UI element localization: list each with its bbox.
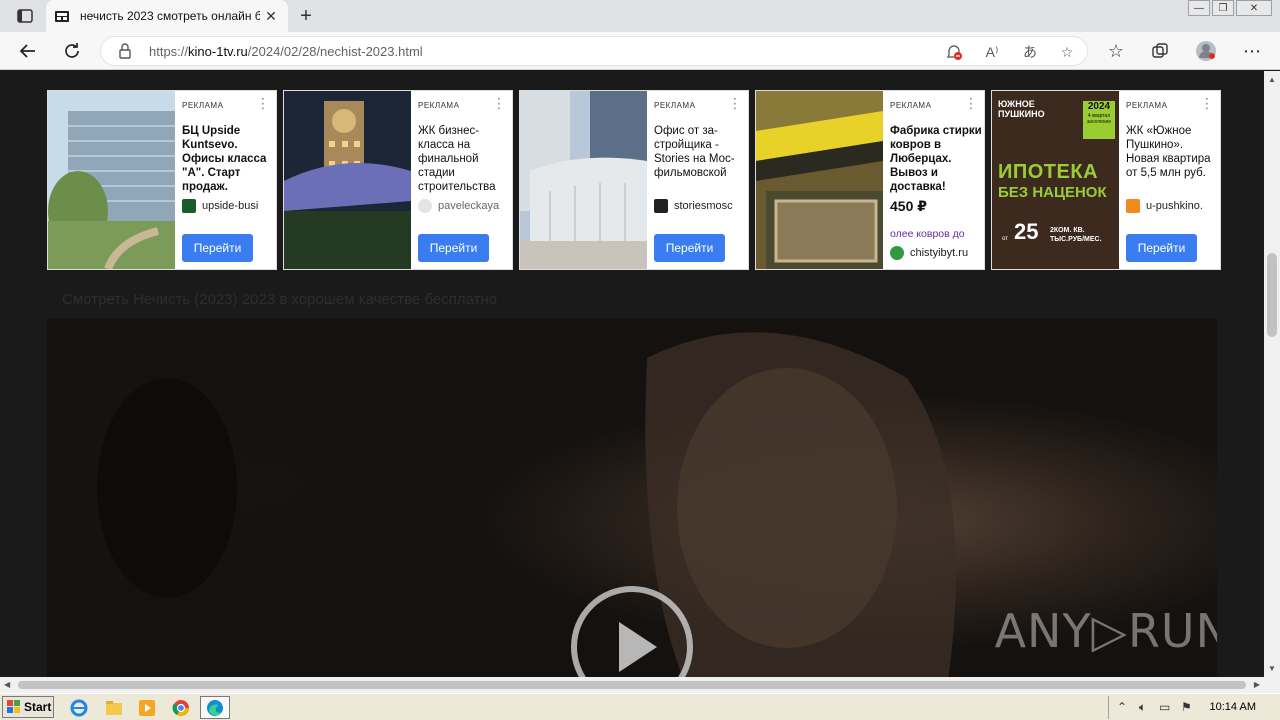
add-favorite-icon[interactable]: ☆ [1056,41,1078,63]
ad-go-button[interactable]: Перейти [1126,234,1197,262]
translate-icon[interactable]: あ [1019,41,1041,63]
web-page: РЕКЛАМА ⋮ БЦ Upside Kuntsevo. Офисы клас… [0,71,1264,677]
anyrun-watermark: ANY▷RUN [994,604,1217,658]
network-icon[interactable]: ▭ [1159,700,1170,714]
ad-options-icon[interactable]: ⋮ [964,96,978,110]
ad-headline[interactable]: ЖК «Южное Пушкино». Новая квартира от 5,… [1126,124,1218,180]
ad-headline[interactable]: БЦ Upside Kuntsevo. Офисы класса "А". Ст… [182,124,274,194]
ad-image[interactable] [520,91,647,269]
upside-logo-icon [182,199,196,213]
minimize-button[interactable]: — [1188,0,1210,16]
more-menu-icon[interactable]: ⋯ [1238,37,1266,65]
ad-source[interactable]: upside-busi [182,199,272,213]
edge-icon [207,700,223,716]
pushkino-logo-icon [1126,199,1140,213]
start-button[interactable]: Start [2,696,54,718]
browser-titlebar: нечисть 2023 смотреть онлайн б ✕ + — ❐ ✕ [0,0,1280,32]
ad-card[interactable]: РЕКЛАМА ⋮ Офис от за-стройщика - Stories… [519,90,749,270]
ad-source[interactable]: storiesmosc [654,199,744,213]
browser-tab[interactable]: нечисть 2023 смотреть онлайн б ✕ [46,0,288,32]
ad-carousel: РЕКЛАМА ⋮ БЦ Upside Kuntsevo. Офисы клас… [47,90,1221,270]
ad-go-button[interactable]: Перейти [182,234,253,262]
video-player[interactable]: ANY▷RUN [47,318,1217,677]
ad-image-promo-sub: БЕЗ НАЦЕНОК [998,184,1107,201]
browser-toolbar: https://kino-1tv.ru/2024/02/28/nechist-2… [0,32,1280,70]
ad-image[interactable] [284,91,411,269]
read-aloud-icon[interactable]: A⁾ [981,41,1003,63]
notification-blocked-icon[interactable] [943,41,965,63]
chistyibyt-logo-icon [890,246,904,260]
ie-icon[interactable] [68,697,90,719]
stories-logo-icon [654,199,668,213]
scroll-down-icon[interactable]: ▼ [1268,664,1276,673]
file-explorer-icon[interactable] [103,697,125,719]
lock-icon[interactable] [117,43,133,59]
reload-icon[interactable] [58,37,86,65]
edge-taskbar-button[interactable] [200,696,230,719]
ad-image[interactable]: ЮЖНОЕ ПУШКИНО 2024 4 квартал заселение И… [992,91,1119,269]
windows-taskbar: Start ⌃ 🔈︎ ▭ ⚑ 10:14 AM [0,693,1280,720]
ad-image[interactable] [48,91,175,269]
ad-image-detail: 2КОМ. КВ. ТЫС.РУБ/МЕС. [1050,227,1102,243]
horizontal-scrollbar[interactable]: ◀ ▶ [0,677,1264,693]
scroll-left-icon[interactable]: ◀ [4,680,10,689]
ad-image-from: от [1002,236,1008,242]
ad-image-year-badge: 2024 4 квартал заселение [1083,101,1115,139]
ad-go-button[interactable]: Перейти [418,234,489,262]
clock[interactable]: 10:14 AM [1210,701,1256,713]
ad-headline[interactable]: ЖК бизнес-класса на финальной стадии стр… [418,124,510,194]
close-window-button[interactable]: ✕ [1236,0,1272,16]
volume-icon[interactable]: 🔈︎ [1139,700,1146,715]
tab-actions-icon[interactable] [8,4,42,28]
tray-expand-icon[interactable]: ⌃ [1117,700,1127,714]
movie-title-heading: Смотреть Нечисть (2023) 2023 в хорошем к… [62,291,498,308]
ad-image-number: 25 [1014,219,1039,244]
ad-extra-text: олее ковров до [890,228,965,240]
collections-icon[interactable] [1146,37,1174,65]
vertical-scrollbar[interactable]: ▲ ▼ [1264,71,1280,677]
ad-go-button[interactable]: Перейти [654,234,725,262]
scrollbar-corner [1264,677,1280,693]
scroll-right-icon[interactable]: ▶ [1254,680,1260,689]
chrome-icon[interactable] [170,697,192,719]
ad-card[interactable]: ЮЖНОЕ ПУШКИНО 2024 4 квартал заселение И… [991,90,1221,270]
back-icon[interactable] [14,37,42,65]
ad-price: 450 ₽ [890,198,927,214]
ad-options-icon[interactable]: ⋮ [256,96,270,110]
ad-source[interactable]: chistyibyt.ru [890,246,980,260]
ad-card[interactable]: РЕКЛАМА ⋮ БЦ Upside Kuntsevo. Офисы клас… [47,90,277,270]
ad-options-icon[interactable]: ⋮ [1200,96,1214,110]
new-tab-button[interactable]: + [294,4,318,28]
window-controls: — ❐ ✕ [1188,0,1272,18]
profile-avatar[interactable] [1192,37,1220,65]
ad-headline[interactable]: Фабрика стирки ковров в Люберцах. Вывоз … [890,124,982,194]
ad-image-promo: ИПОТЕКА [998,161,1099,183]
scroll-up-icon[interactable]: ▲ [1268,75,1276,84]
ad-headline[interactable]: Офис от за-стройщика - Stories на Мос-фи… [654,124,746,180]
ad-card[interactable]: РЕКЛАМА ⋮ Фабрика стирки ковров в Люберц… [755,90,985,270]
favorites-icon[interactable]: ☆ [1102,37,1130,65]
ad-options-icon[interactable]: ⋮ [728,96,742,110]
ad-options-icon[interactable]: ⋮ [492,96,506,110]
ad-source[interactable]: paveleckaya [418,199,508,213]
ad-image[interactable] [756,91,883,269]
ad-card[interactable]: РЕКЛАМА ⋮ ЖК бизнес-класса на финальной … [283,90,513,270]
tab-title: нечисть 2023 смотреть онлайн б [80,9,260,23]
address-bar[interactable]: https://kino-1tv.ru/2024/02/28/nechist-2… [100,36,1088,66]
maximize-button[interactable]: ❐ [1212,0,1234,16]
tab-close-icon[interactable]: ✕ [262,7,280,25]
compass-icon [418,199,432,213]
url-text[interactable]: https://kino-1tv.ru/2024/02/28/nechist-2… [149,44,423,59]
media-player-icon[interactable] [136,697,158,719]
vertical-scroll-thumb[interactable] [1267,253,1277,337]
site-favicon-icon [54,8,70,24]
horizontal-scroll-thumb[interactable] [18,681,1246,689]
ad-image-brand: ЮЖНОЕ ПУШКИНО [998,99,1045,119]
action-center-flag-icon[interactable]: ⚑ [1181,700,1192,714]
play-button[interactable] [571,586,693,677]
ad-source[interactable]: u-pushkino. [1126,199,1216,213]
system-tray: ⌃ 🔈︎ ▭ ⚑ 10:14 AM [1108,696,1280,719]
windows-logo-icon [7,700,20,713]
